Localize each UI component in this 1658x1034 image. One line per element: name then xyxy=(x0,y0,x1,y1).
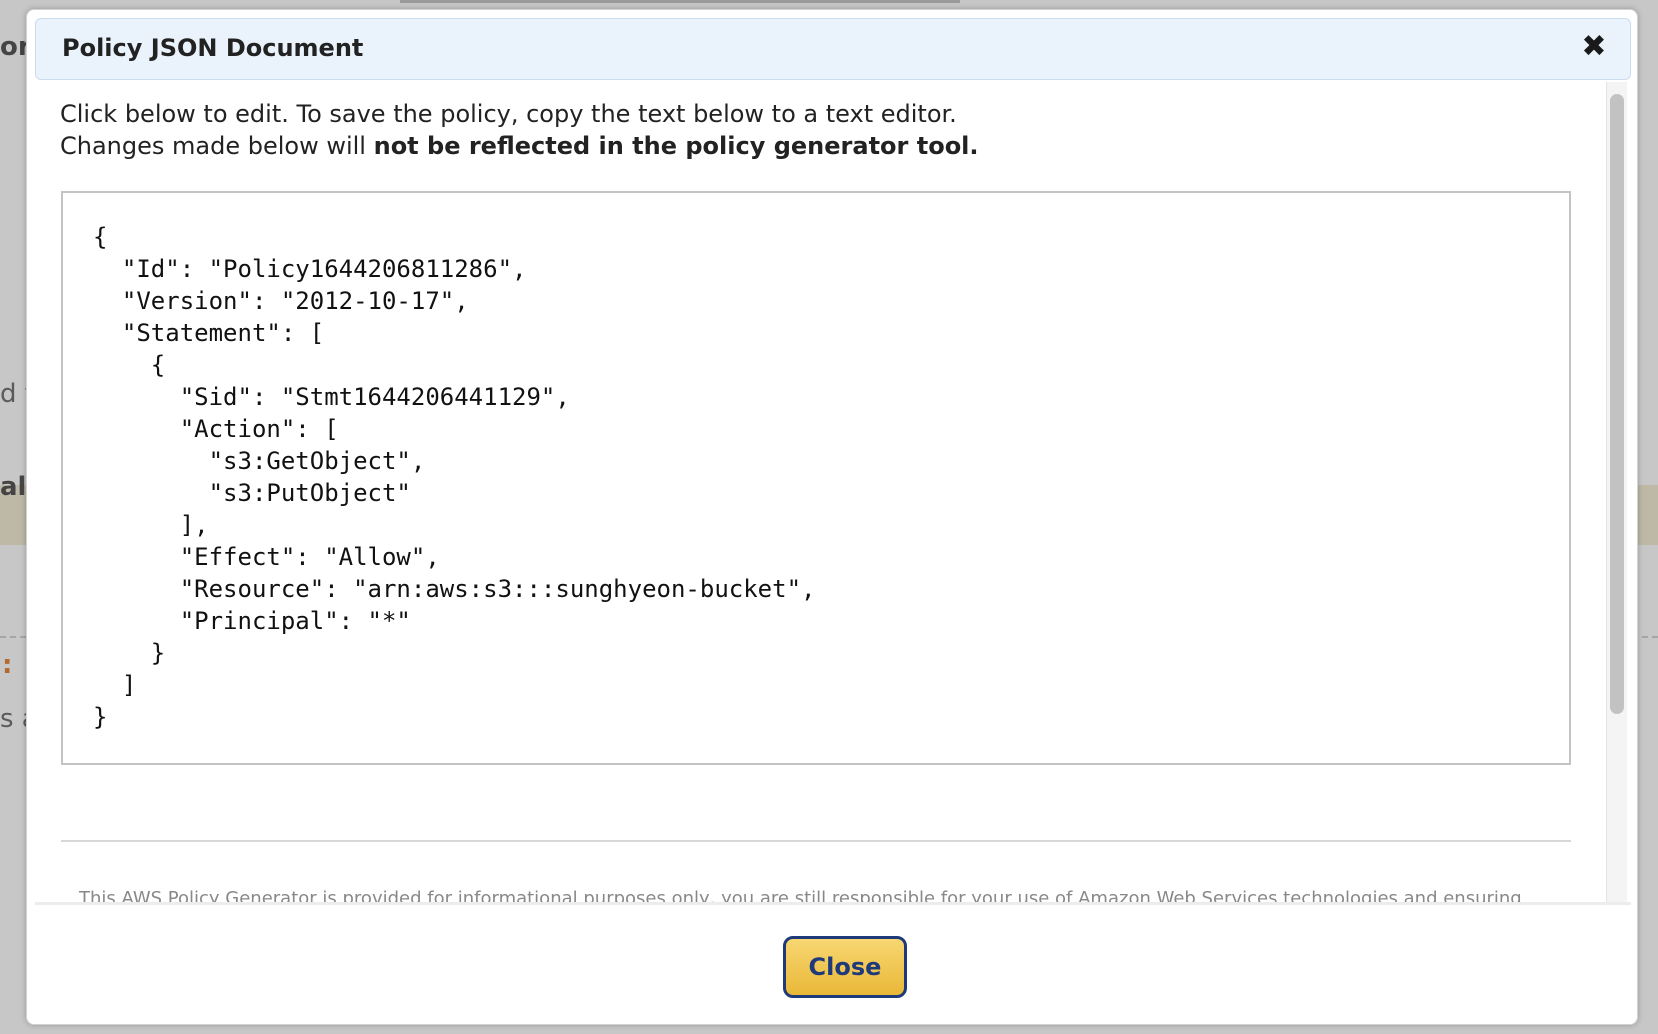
close-icon[interactable]: ✖ xyxy=(1576,29,1612,65)
policy-json-editor[interactable]: { "Id": "Policy1644206811286", "Version"… xyxy=(61,191,1571,765)
dialog-divider xyxy=(61,840,1571,842)
policy-json-text[interactable]: { "Id": "Policy1644206811286", "Version"… xyxy=(93,221,815,733)
dialog-body: Click below to edit. To save the policy,… xyxy=(35,82,1631,902)
instruction-line-2-text: Changes made below will xyxy=(60,132,374,160)
close-button[interactable]: Close xyxy=(783,936,907,998)
policy-json-dialog: Policy JSON Document ✖ Click below to ed… xyxy=(26,9,1638,1025)
instruction-line-2: Changes made below will not be reflected… xyxy=(60,130,979,162)
dialog-instructions: Click below to edit. To save the policy,… xyxy=(60,98,979,162)
dialog-footer: Close xyxy=(35,902,1631,1021)
dialog-header: Policy JSON Document ✖ xyxy=(35,18,1631,80)
instruction-line-1: Click below to edit. To save the policy,… xyxy=(60,100,957,128)
dialog-title: Policy JSON Document xyxy=(62,34,364,62)
background-topbar xyxy=(400,0,960,3)
background-text-fragment: : xyxy=(2,650,13,680)
instruction-line-2-emphasis: not be reflected in the policy generator… xyxy=(373,132,979,160)
background-text-fragment: al xyxy=(0,472,27,502)
disclaimer-text: This AWS Policy Generator is provided fo… xyxy=(79,888,1522,902)
scrollbar-thumb[interactable] xyxy=(1610,94,1624,714)
dialog-scrollbar[interactable] xyxy=(1606,82,1627,902)
